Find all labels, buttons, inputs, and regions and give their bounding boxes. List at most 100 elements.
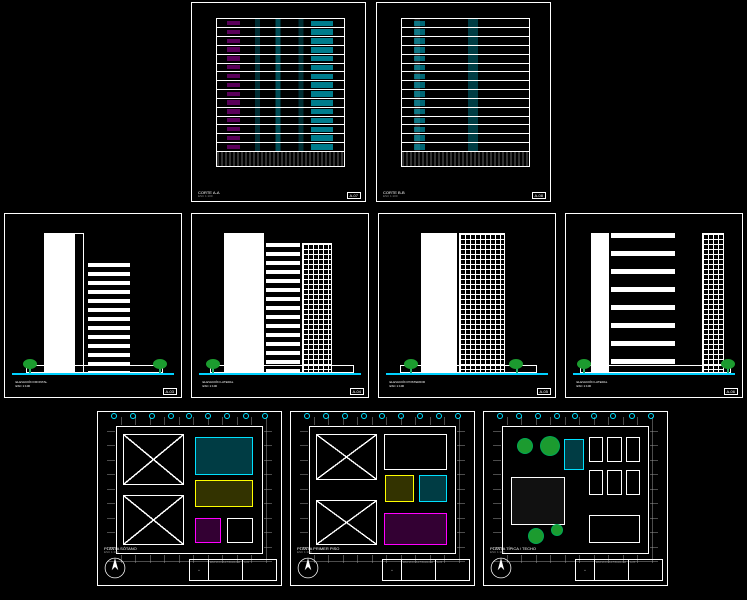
room bbox=[195, 480, 253, 508]
tower-slot bbox=[74, 233, 84, 373]
room bbox=[385, 475, 414, 503]
ground-line bbox=[386, 373, 548, 375]
tower-bands bbox=[88, 263, 130, 373]
void-area bbox=[316, 500, 377, 545]
north-arrow-icon bbox=[297, 557, 319, 579]
sheet-number: A-08 bbox=[532, 192, 546, 199]
room bbox=[511, 477, 566, 525]
sheet-plan-1: ▲ EDIFICIO MULTIFAMILIAR A-01 PLANTA SÓT… bbox=[97, 411, 282, 586]
title-block: ▲ EDIFICIO MULTIFAMILIAR A-02 bbox=[382, 559, 470, 581]
sheet-cell: A-03 bbox=[628, 560, 662, 580]
logo-cell: ▲ bbox=[576, 560, 594, 580]
room bbox=[384, 434, 448, 469]
sheet-plan-3: ▲ EDIFICIO MULTIFAMILIAR A-03 PLANTA TÍP… bbox=[483, 411, 668, 586]
sheet-title: CORTE B-B ESC 1:100 bbox=[383, 191, 405, 199]
tower-grid bbox=[459, 233, 505, 373]
tower-solid bbox=[44, 233, 74, 373]
parking-stall bbox=[607, 470, 621, 495]
logo-cell: ▲ bbox=[190, 560, 208, 580]
sheet-elev-4: ELEVACIÓN LATERAL ESC 1:100 A-06 bbox=[565, 213, 743, 398]
sheet-number: A-07 bbox=[347, 192, 361, 199]
tree-icon bbox=[23, 359, 37, 373]
room bbox=[195, 437, 253, 475]
scale-text: ESC 1:100 bbox=[383, 195, 405, 199]
scale-text: ESC 1:100 bbox=[198, 195, 220, 199]
sheet-number: A-06 bbox=[724, 388, 738, 395]
ground-line bbox=[199, 373, 361, 375]
podium bbox=[210, 365, 354, 373]
grid-bubbles bbox=[111, 413, 267, 423]
project-cell: EDIFICIO MULTIFAMILIAR bbox=[594, 560, 628, 580]
tree-icon bbox=[721, 359, 735, 373]
parking-stall bbox=[626, 437, 640, 462]
drawing-section-a bbox=[196, 7, 361, 197]
room bbox=[419, 475, 448, 503]
ground-line bbox=[12, 373, 174, 375]
sheet-number: A-05 bbox=[537, 388, 551, 395]
sheet-cell: A-01 bbox=[242, 560, 276, 580]
landscape-icon bbox=[541, 437, 559, 455]
ground-line bbox=[573, 373, 735, 375]
parking-stall bbox=[589, 515, 641, 543]
tower-solid bbox=[224, 233, 264, 373]
north-arrow-icon bbox=[104, 557, 126, 579]
tree-icon bbox=[153, 359, 167, 373]
tower-bands bbox=[266, 243, 300, 373]
title-block: ▲ EDIFICIO MULTIFAMILIAR A-03 bbox=[575, 559, 663, 581]
parking-stall bbox=[589, 470, 603, 495]
plan-outline bbox=[116, 426, 262, 554]
sheet-elev-1: ELEVACIÓN FRONTAL ESC 1:100 A-03 bbox=[4, 213, 182, 398]
building-section bbox=[401, 18, 530, 166]
tower-solid bbox=[421, 233, 457, 373]
sheet-title: ELEVACIÓN LATERAL ESC 1:100 bbox=[577, 380, 608, 388]
sheet-title: CORTE A-A ESC 1:100 bbox=[198, 191, 220, 199]
void-area bbox=[123, 434, 184, 484]
parking-stall bbox=[607, 437, 621, 462]
parking-stall bbox=[626, 470, 640, 495]
room bbox=[564, 439, 584, 469]
sheet-title: ELEVACIÓN FRONTAL ESC 1:100 bbox=[16, 380, 48, 388]
ground-hatch bbox=[402, 151, 529, 166]
podium bbox=[580, 365, 731, 373]
tree-icon bbox=[509, 359, 523, 373]
project-cell: EDIFICIO MULTIFAMILIAR bbox=[208, 560, 242, 580]
sheet-elev-2: ELEVACIÓN LATERAL ESC 1:100 A-04 bbox=[191, 213, 369, 398]
title-block: ▲ EDIFICIO MULTIFAMILIAR A-01 bbox=[189, 559, 277, 581]
grid-bubbles bbox=[497, 413, 653, 423]
void-area bbox=[123, 495, 184, 545]
sheet-number: A-04 bbox=[350, 388, 364, 395]
tower-wide-bands bbox=[611, 233, 675, 373]
ground-hatch bbox=[217, 151, 344, 166]
room bbox=[195, 518, 221, 543]
tower-grid bbox=[702, 233, 724, 373]
landscape-icon bbox=[529, 529, 543, 543]
project-cell: EDIFICIO MULTIFAMILIAR bbox=[401, 560, 435, 580]
tower-solid bbox=[591, 233, 609, 373]
sheet-title: PLANTA SÓTANO ESC 1:100 bbox=[104, 547, 137, 555]
north-arrow-icon bbox=[490, 557, 512, 579]
sheet-title: ELEVACIÓN LATERAL ESC 1:100 bbox=[203, 380, 234, 388]
room bbox=[227, 518, 253, 543]
building-section bbox=[216, 18, 345, 166]
sheet-number: A-03 bbox=[163, 388, 177, 395]
logo-cell: ▲ bbox=[383, 560, 401, 580]
sheet-cell: A-02 bbox=[435, 560, 469, 580]
tree-icon bbox=[206, 359, 220, 373]
parking-stall bbox=[589, 437, 603, 462]
sheet-title: PLANTA PRIMER PISO ESC 1:100 bbox=[297, 547, 339, 555]
tree-icon bbox=[577, 359, 591, 373]
room bbox=[384, 513, 448, 546]
sheet-title: PLANTA TÍPICA / TECHO ESC 1:100 bbox=[490, 547, 536, 555]
plan-outline bbox=[309, 426, 455, 554]
grid-bubbles bbox=[304, 413, 460, 423]
sheet-elev-3: ELEVACIÓN POSTERIOR ESC 1:100 A-05 bbox=[378, 213, 556, 398]
sheet-plan-2: ▲ EDIFICIO MULTIFAMILIAR A-02 PLANTA PRI… bbox=[290, 411, 475, 586]
void-area bbox=[316, 434, 377, 479]
sheet-title: ELEVACIÓN POSTERIOR ESC 1:100 bbox=[390, 380, 425, 388]
tree-icon bbox=[404, 359, 418, 373]
drawing-section-b bbox=[381, 7, 546, 197]
plan-outline bbox=[502, 426, 648, 554]
podium bbox=[26, 365, 163, 373]
sheet-section-a: CORTE A-A ESC 1:100 A-07 bbox=[191, 2, 366, 202]
tower-grid bbox=[302, 243, 332, 373]
